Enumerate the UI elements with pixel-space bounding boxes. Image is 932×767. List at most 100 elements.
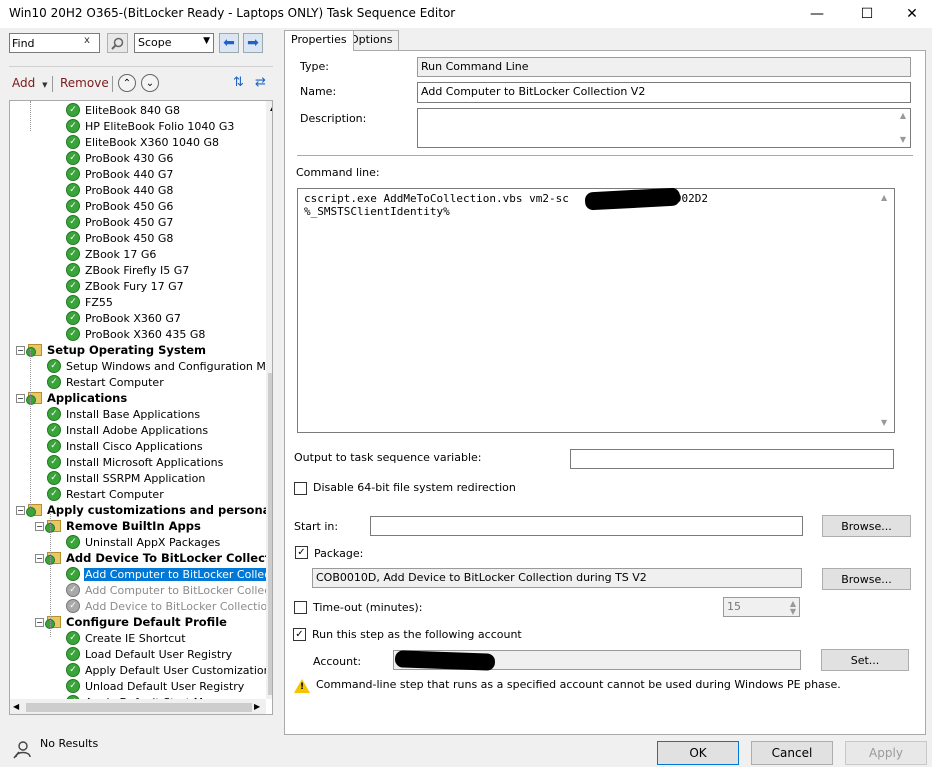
dropdown-arrow-icon: ▼ [42, 81, 48, 89]
tree-step[interactable]: ✓ ZBook 17 G6 [66, 246, 157, 262]
timeout-stepper[interactable]: 15 ▲ ▼ [723, 597, 800, 617]
run-as-checkbox[interactable]: ✓ [293, 628, 306, 641]
tree-step[interactable]: ✓ Load Default User Registry [66, 646, 233, 662]
tree-group[interactable]: − Remove BuiltIn Apps [35, 518, 202, 534]
timeout-checkbox[interactable] [294, 601, 307, 614]
tree-step[interactable]: ✓ Add Computer to BitLocker Collecti [66, 582, 273, 598]
close-button[interactable]: ✕ [889, 0, 932, 28]
collapse-toggle-icon[interactable]: − [16, 393, 25, 403]
tree-step[interactable]: ✓ ProBook 440 G7 [66, 166, 174, 182]
tree-group[interactable]: − Apply customizations and personaliz [16, 502, 272, 518]
tree-item-label: ProBook 450 G6 [85, 199, 174, 213]
disabled-step-icon: ✓ [66, 583, 80, 597]
collapse-toggle-icon[interactable]: − [35, 617, 44, 627]
tab-properties[interactable]: Properties [284, 30, 354, 51]
tree-step[interactable]: ✓ Install Cisco Applications [47, 438, 204, 454]
tree-step[interactable]: ✓ Apply Default User Customizations [66, 662, 272, 678]
sort-ascending-icon[interactable]: ⇅ [233, 75, 244, 90]
check-icon: ✓ [66, 215, 80, 229]
check-icon: ✓ [66, 279, 80, 293]
start-in-browse-button[interactable]: Browse... [822, 515, 911, 537]
tree-item-label: Configure Default Profile [66, 615, 227, 629]
check-icon: ✓ [66, 311, 80, 325]
tree-step[interactable]: ✓ HP EliteBook Folio 1040 G3 [66, 118, 235, 134]
collapse-toggle-icon[interactable]: − [16, 505, 25, 515]
tree-step[interactable]: ✓ Restart Computer [47, 486, 165, 502]
minimize-button[interactable]: — [794, 0, 840, 28]
check-icon: ✓ [47, 423, 61, 437]
tree-step[interactable]: ✓ ProBook X360 G7 [66, 310, 182, 326]
collapse-toggle-icon[interactable]: − [16, 345, 25, 355]
tree-step[interactable]: ✓ Install Adobe Applications [47, 422, 209, 438]
maximize-button[interactable]: ☐ [844, 0, 890, 28]
tree-item-label: ProBook 440 G8 [85, 183, 174, 197]
package-browse-button[interactable]: Browse... [822, 568, 911, 590]
disable-64bit-checkbox[interactable] [294, 482, 307, 495]
tree-step[interactable]: ✓ ProBook 430 G6 [66, 150, 174, 166]
warning-text: Command-line step that runs as a specifi… [316, 678, 841, 691]
tree-step[interactable]: ✓ ProBook X360 435 G8 [66, 326, 206, 342]
tree-step[interactable]: ✓ ProBook 450 G6 [66, 198, 174, 214]
apply-button[interactable]: Apply [845, 741, 927, 765]
tree-step[interactable]: ✓ Uninstall AppX Packages [66, 534, 221, 550]
find-next-button[interactable]: ➡ [243, 33, 263, 53]
tree-step[interactable]: ✓ Setup Windows and Configuration Mana [47, 358, 272, 374]
scope-select[interactable]: Scope ▼ [134, 33, 214, 53]
tree-group[interactable]: − Applications [16, 390, 128, 406]
tree-step[interactable]: ✓ ProBook 440 G8 [66, 182, 174, 198]
set-account-button[interactable]: Set... [821, 649, 909, 671]
tree-step[interactable]: ✓ EliteBook 840 G8 [66, 102, 181, 118]
find-search-button[interactable] [107, 33, 128, 53]
tree-step[interactable]: ✓ FZ55 [66, 294, 114, 310]
tree-group[interactable]: − Setup Operating System [16, 342, 207, 358]
tree-step[interactable]: ✓ Add Device to BitLocker Collection [66, 598, 272, 614]
move-down-button[interactable]: ⌄ [141, 74, 159, 92]
chevron-down-icon: ▼ [203, 36, 210, 46]
move-up-button[interactable]: ⌃ [118, 74, 136, 92]
tree-step[interactable]: ✓ EliteBook X360 1040 G8 [66, 134, 220, 150]
tree-step[interactable]: ✓ Unload Default User Registry [66, 678, 245, 694]
collapse-toggle-icon[interactable]: − [35, 521, 44, 531]
tree-guide-line [30, 349, 31, 509]
collapse-tree-icon[interactable]: ⇄ [255, 75, 266, 90]
tree-step[interactable]: ✓ Install Base Applications [47, 406, 201, 422]
start-in-field[interactable] [370, 516, 803, 536]
ok-button[interactable]: OK [657, 741, 739, 765]
package-checkbox[interactable]: ✓ [295, 546, 308, 559]
tree-item-label: Add Computer to BitLocker Collecti [85, 583, 273, 597]
tree-item-label: Add Computer to BitLocker Collectio [84, 567, 272, 581]
tree-step[interactable]: ✓ ProBook 450 G7 [66, 214, 174, 230]
tree-step[interactable]: ✓ Install Microsoft Applications [47, 454, 224, 470]
tree-step[interactable]: ✓ Create IE Shortcut [66, 630, 187, 646]
tree-group[interactable]: − Configure Default Profile [35, 614, 228, 630]
task-sequence-tree[interactable]: ✓ EliteBook 840 G8 ✓ HP EliteBook Folio 104… [9, 100, 273, 715]
check-icon: ✓ [66, 263, 80, 277]
account-label: Account: [313, 655, 362, 668]
collapse-toggle-icon[interactable]: − [35, 553, 44, 563]
name-field[interactable]: Add Computer to BitLocker Collection V2 [417, 82, 911, 103]
command-line-field[interactable]: cscript.exe AddMeToCollection.vbs vm2-sc… [297, 188, 895, 433]
tree-item-label: EliteBook 840 G8 [85, 103, 181, 117]
check-icon: ✓ [66, 567, 80, 581]
tree-step[interactable]: ✓ Install SSRPM Application [47, 470, 206, 486]
type-value: Run Command Line [417, 57, 911, 77]
add-menu-button[interactable]: Add ▼ [12, 76, 47, 90]
cancel-button[interactable]: Cancel [751, 741, 833, 765]
tree-step[interactable]: ✓ Add Computer to BitLocker Collectio [66, 566, 272, 582]
tree-horizontal-thumb[interactable] [26, 703, 252, 712]
remove-button[interactable]: Remove [60, 76, 109, 90]
description-field[interactable]: ▲ ▼ [417, 108, 911, 148]
tree-step[interactable]: ✓ Restart Computer [47, 374, 165, 390]
scroll-up-icon: ▲ [270, 103, 272, 112]
find-previous-button[interactable]: ⬅ [219, 33, 239, 53]
tree-step[interactable]: ✓ ZBook Firefly I5 G7 [66, 262, 190, 278]
tree-step[interactable]: ✓ ZBook Fury 17 G7 [66, 278, 185, 294]
package-field: COB0010D, Add Device to BitLocker Collec… [312, 568, 802, 588]
tree-vertical-thumb[interactable] [268, 373, 272, 695]
check-icon: ✓ [66, 663, 80, 677]
tree-step[interactable]: ✓ ProBook 450 G8 [66, 230, 174, 246]
find-clear-button[interactable]: x [84, 35, 90, 46]
tree-group[interactable]: − Add Device To BitLocker Collect [35, 550, 271, 566]
stepper-down-icon[interactable]: ▼ [790, 607, 796, 616]
output-variable-field[interactable] [570, 449, 894, 469]
